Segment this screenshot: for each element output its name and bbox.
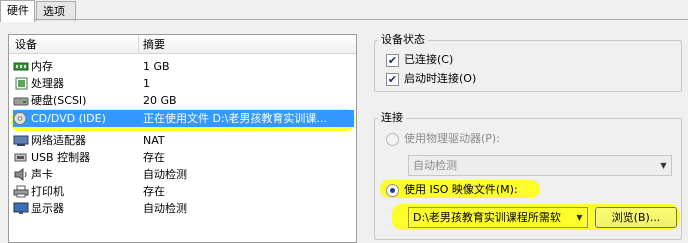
device-summary: 20 GB — [143, 94, 177, 107]
tab-hardware-label: 硬件 — [7, 4, 29, 17]
device-list-header: 设备 摘要 — [9, 35, 356, 54]
iso-image-radio[interactable] — [386, 184, 399, 197]
physical-drive-select[interactable]: 自动检测 ▼ — [408, 155, 672, 176]
device-summary: 自动检测 — [143, 202, 187, 215]
list-item[interactable]: 硬盘(SCSI) 20 GB — [9, 92, 356, 109]
chevron-down-icon[interactable]: ▼ — [656, 156, 671, 175]
device-name: CD/DVD (IDE) — [31, 112, 106, 125]
physical-drive-label[interactable]: 使用物理驱动器(P): — [404, 132, 500, 146]
sound-card-icon — [13, 168, 29, 181]
tab-hardware[interactable]: 硬件 — [0, 0, 35, 22]
display-icon — [13, 202, 29, 215]
iso-path-value: D:\老男孩教育实训课程所需软 — [413, 211, 561, 224]
device-summary: 存在 — [143, 151, 165, 164]
device-summary: 正在使用文件 D:\老男孩教育实训课... — [143, 112, 327, 125]
connected-checkbox[interactable]: ✔ — [386, 54, 399, 67]
device-name: 内存 — [31, 60, 53, 73]
connected-label[interactable]: 已连接(C) — [404, 53, 453, 67]
list-item[interactable]: 显示器 自动检测 — [9, 200, 356, 217]
connect-at-power-on-checkbox[interactable]: ✔ — [386, 73, 399, 86]
tab-options[interactable]: 选项 — [36, 1, 76, 21]
device-summary: 1 — [143, 77, 150, 90]
usb-icon — [13, 151, 29, 164]
device-name: 网络适配器 — [31, 134, 86, 147]
column-separator[interactable] — [138, 35, 139, 54]
chevron-down-icon[interactable]: ▼ — [572, 208, 587, 227]
list-item-selected[interactable]: CD/DVD (IDE) 正在使用文件 D:\老男孩教育实训课... — [13, 110, 354, 127]
list-item[interactable]: 声卡 自动检测 — [9, 166, 356, 183]
device-name: 显示器 — [31, 202, 64, 215]
cd-dvd-icon — [13, 112, 29, 125]
device-summary: NAT — [143, 134, 165, 147]
list-item[interactable]: 处理器 1 — [9, 75, 356, 92]
device-name: 处理器 — [31, 77, 64, 90]
list-item[interactable]: 内存 1 GB — [9, 58, 356, 75]
iso-image-label[interactable]: 使用 ISO 映像文件(M): — [404, 183, 518, 197]
device-summary: 1 GB — [143, 60, 170, 73]
device-name: 声卡 — [31, 168, 53, 181]
physical-drive-value: 自动检测 — [413, 159, 457, 172]
hard-disk-icon — [13, 94, 29, 107]
connect-at-power-on-label[interactable]: 启动时连接(O) — [404, 72, 476, 86]
device-list[interactable]: 设备 摘要 内存 1 GB 处理器 1 硬盘(SCSI) 20 GB CD/DV… — [8, 34, 357, 243]
list-item[interactable]: 网络适配器 NAT — [9, 132, 356, 149]
device-name: 打印机 — [31, 185, 64, 198]
iso-path-select[interactable]: D:\老男孩教育实训课程所需软 ▼ — [408, 207, 588, 228]
network-adapter-icon — [13, 134, 29, 147]
browse-button-label: 浏览(B)... — [611, 211, 661, 224]
tab-options-label: 选项 — [43, 5, 65, 18]
device-name: 硬盘(SCSI) — [31, 94, 87, 107]
printer-icon — [13, 185, 29, 198]
memory-icon — [13, 60, 29, 73]
column-header-summary[interactable]: 摘要 — [143, 38, 165, 52]
list-item[interactable]: 打印机 存在 — [9, 183, 356, 200]
device-summary: 存在 — [143, 185, 165, 198]
column-header-device[interactable]: 设备 — [15, 38, 37, 52]
device-status-title: 设备状态 — [378, 33, 428, 47]
device-name: USB 控制器 — [31, 151, 91, 164]
physical-drive-radio[interactable] — [386, 133, 399, 146]
tab-divider — [0, 19, 688, 20]
tab-strip: 硬件 选项 — [0, 0, 688, 22]
processor-icon — [13, 77, 29, 90]
browse-button[interactable]: 浏览(B)... — [595, 207, 677, 228]
list-item[interactable]: USB 控制器 存在 — [9, 149, 356, 166]
device-summary: 自动检测 — [143, 168, 187, 181]
connection-title: 连接 — [378, 111, 406, 125]
